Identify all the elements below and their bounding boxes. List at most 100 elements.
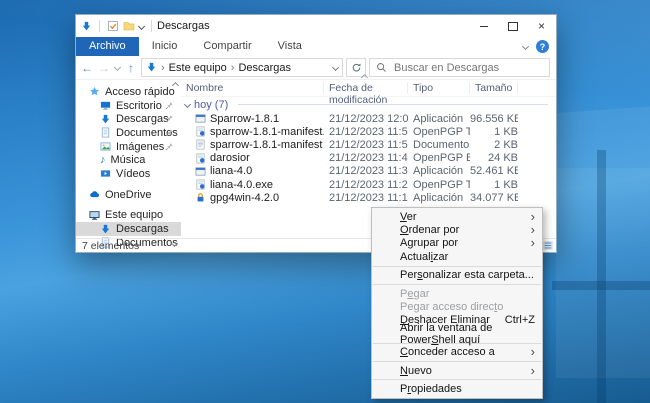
- file-size: 96.556 KB: [470, 113, 518, 125]
- window-title: Descargas: [157, 20, 210, 32]
- address-bar: ← → ↑ › Este equipo › Descargas: [76, 56, 556, 80]
- file-size: 52.461 KB: [470, 165, 518, 177]
- file-row[interactable]: gpg4win-4.2.0 21/12/2023 11:12 Aplicació…: [181, 191, 556, 204]
- item-count: 7 elementos: [82, 240, 139, 252]
- search-input[interactable]: [392, 61, 549, 75]
- sidebar-item-label: Imágenes: [116, 141, 164, 153]
- refresh-icon: [351, 62, 362, 73]
- submenu-arrow-icon: ›: [531, 238, 535, 248]
- close-button[interactable]: ×: [527, 15, 556, 37]
- menu-item-pegar-acceso-directo: Pegar acceso directo: [372, 300, 542, 313]
- address-dropdown-icon[interactable]: [332, 64, 339, 71]
- menu-item-personalizar-carpeta[interactable]: Personalizar esta carpeta...: [372, 269, 542, 282]
- sidebar-item-imagenes[interactable]: Imágenes: [76, 140, 181, 154]
- help-button[interactable]: ?: [536, 40, 549, 53]
- sidebar-item-acceso-rapido[interactable]: Acceso rápido: [76, 85, 181, 99]
- properties-qat-icon[interactable]: [107, 20, 119, 32]
- close-icon: ×: [538, 20, 545, 32]
- details-view-icon[interactable]: [543, 241, 553, 250]
- navigation-pane: Acceso rápido Escritorio Descargas Docum…: [76, 80, 181, 238]
- file-size: 24 KB: [470, 152, 518, 164]
- sidebar-item-descargas-selected[interactable]: Descargas: [76, 222, 181, 236]
- menu-item-label: Actualizar: [400, 251, 448, 263]
- file-date: 21/12/2023 12:00: [324, 113, 408, 125]
- file-size: 34.077 KB: [470, 192, 518, 204]
- file-name: Sparrow-1.8.1: [210, 113, 279, 125]
- titlebar[interactable]: Descargas ×: [76, 15, 556, 37]
- file-type: Documento de te...: [408, 139, 470, 151]
- onedrive-cloud-icon: [89, 189, 100, 200]
- sidebar-item-label: Este equipo: [105, 209, 163, 221]
- file-size: 1 KB: [470, 179, 518, 191]
- menu-item-conceder-acceso[interactable]: Conceder acceso a ›: [372, 346, 542, 359]
- up-button[interactable]: ↑: [124, 59, 138, 77]
- file-date: 21/12/2023 11:12: [324, 192, 408, 204]
- file-row[interactable]: sparrow-1.8.1-manifest.txt 21/12/2023 11…: [181, 125, 556, 138]
- sidebar-item-escritorio[interactable]: Escritorio: [76, 99, 181, 113]
- sidebar-item-este-equipo[interactable]: Este equipo: [76, 209, 181, 223]
- ribbon-collapse-icon[interactable]: [522, 43, 529, 50]
- tab-archivo[interactable]: Archivo: [76, 37, 139, 56]
- column-header-fecha[interactable]: Fecha de modificación: [324, 82, 408, 94]
- recent-locations-icon[interactable]: [114, 64, 121, 71]
- menu-item-ver[interactable]: Ver ›: [372, 210, 542, 223]
- search-box[interactable]: [369, 58, 550, 77]
- pin-icon: [165, 101, 174, 110]
- column-header-tamano[interactable]: Tamaño: [470, 82, 518, 94]
- group-collapse-icon[interactable]: [184, 101, 191, 108]
- sidebar-item-videos[interactable]: Vídeos: [76, 167, 181, 181]
- menu-item-actualizar[interactable]: Actualizar: [372, 250, 542, 263]
- group-header-line: [238, 104, 548, 105]
- forward-button[interactable]: →: [97, 59, 111, 77]
- back-button[interactable]: ←: [80, 59, 94, 77]
- menu-item-abrir-powershell[interactable]: Abrir la ventana de PowerShell aquí: [372, 327, 542, 340]
- breadcrumb-current[interactable]: Descargas: [238, 62, 291, 74]
- tab-vista[interactable]: Vista: [265, 37, 315, 56]
- file-row[interactable]: Sparrow-1.8.1 21/12/2023 12:00 Aplicació…: [181, 112, 556, 125]
- file-date: 21/12/2023 11:48: [324, 152, 408, 164]
- ribbon-tab-bar: Archivo Inicio Compartir Vista ?: [76, 37, 556, 56]
- menu-item-ordenar-por[interactable]: Ordenar por ›: [372, 223, 542, 236]
- menu-item-label: Agrupar por: [400, 237, 458, 249]
- file-row[interactable]: sparrow-1.8.1-manifest 21/12/2023 11:59 …: [181, 138, 556, 151]
- file-row[interactable]: liana-4.0 21/12/2023 11:30 Aplicación 52…: [181, 165, 556, 178]
- address-breadcrumb[interactable]: › Este equipo › Descargas: [141, 58, 343, 77]
- file-row[interactable]: darosior 21/12/2023 11:48 OpenPGP Binary…: [181, 152, 556, 165]
- file-row[interactable]: liana-4.0.exe 21/12/2023 11:29 OpenPGP T…: [181, 178, 556, 191]
- sidebar-item-descargas[interactable]: Descargas: [76, 112, 181, 126]
- pgp-text-file-icon: [195, 179, 206, 190]
- breadcrumb-root[interactable]: Este equipo: [169, 62, 227, 74]
- group-header-label: hoy (7): [194, 99, 228, 111]
- computer-icon: [89, 210, 100, 221]
- sidebar-item-documentos[interactable]: Documentos: [76, 126, 181, 140]
- menu-separator: [373, 379, 541, 380]
- column-header-tipo[interactable]: Tipo: [408, 82, 470, 94]
- text-document-icon: [195, 139, 206, 150]
- qat-customize-icon[interactable]: [138, 22, 145, 29]
- menu-item-label: Pegar acceso directo: [400, 301, 503, 313]
- sidebar-item-label: Música: [111, 154, 146, 166]
- menu-item-propiedades[interactable]: Propiedades: [372, 382, 542, 395]
- maximize-button[interactable]: [498, 15, 527, 37]
- sidebar-item-musica[interactable]: ♪ Música: [76, 153, 181, 167]
- desktop-icon: [100, 100, 111, 111]
- menu-item-agrupar-por[interactable]: Agrupar por ›: [372, 237, 542, 250]
- tab-compartir[interactable]: Compartir: [190, 37, 264, 56]
- file-type: OpenPGP Text File: [408, 126, 470, 138]
- minimize-icon: [480, 26, 488, 27]
- new-folder-qat-icon[interactable]: [123, 20, 135, 32]
- breadcrumb-separator-icon: ›: [161, 62, 165, 74]
- tab-inicio[interactable]: Inicio: [139, 37, 191, 56]
- menu-item-label: Nuevo: [400, 365, 432, 377]
- submenu-arrow-icon: ›: [531, 347, 535, 357]
- lock-installer-icon: [195, 192, 206, 203]
- file-type: Aplicación: [408, 165, 470, 177]
- minimize-button[interactable]: [469, 15, 498, 37]
- file-type: Aplicación: [408, 113, 470, 125]
- menu-item-nuevo[interactable]: Nuevo ›: [372, 364, 542, 377]
- downloads-folder-icon: [146, 62, 157, 73]
- column-header-nombre[interactable]: Nombre: [181, 82, 324, 94]
- sidebar-item-label: Vídeos: [116, 168, 150, 180]
- sidebar-item-onedrive[interactable]: OneDrive: [76, 188, 181, 202]
- menu-item-label: Abrir la ventana de PowerShell aquí: [400, 322, 535, 346]
